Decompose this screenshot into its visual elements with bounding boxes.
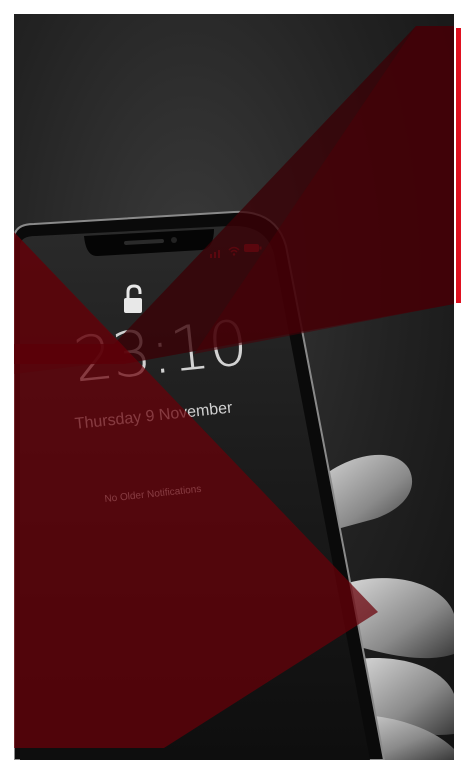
- wifi-icon: [228, 246, 240, 256]
- accent-bar: [456, 28, 461, 303]
- photo-frame: 23:10 Thursday 9 November No Older Notif…: [14, 14, 454, 760]
- signal-icon: [210, 250, 220, 258]
- unlock-icon: [124, 284, 142, 313]
- battery-icon: [244, 244, 262, 252]
